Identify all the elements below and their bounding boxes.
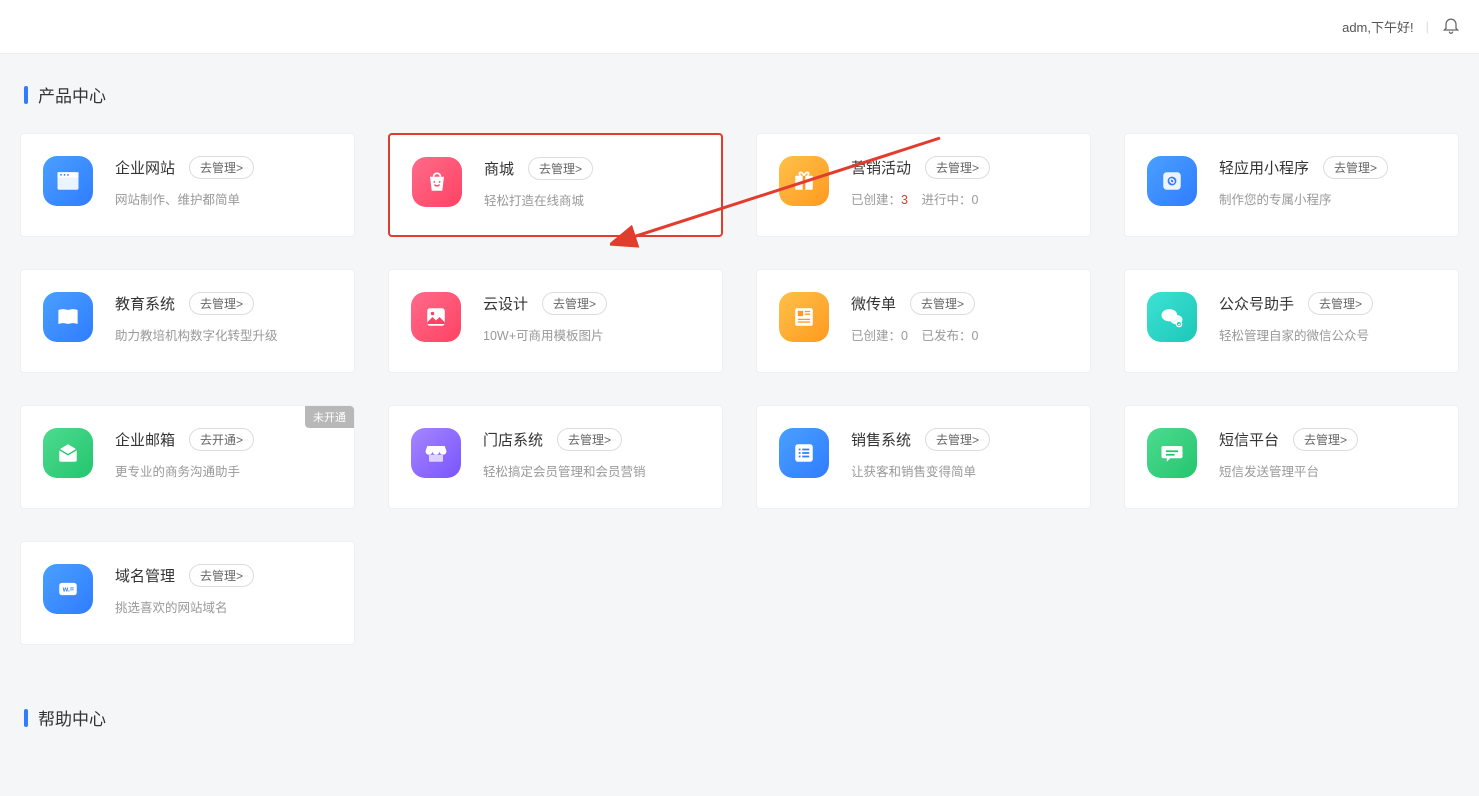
- separator: |: [1426, 19, 1429, 34]
- manage-button[interactable]: 去管理>: [925, 156, 990, 179]
- manage-button[interactable]: 去管理>: [189, 292, 254, 315]
- card-desc: 更专业的商务沟通助手: [115, 461, 332, 480]
- card-title: 域名管理: [115, 565, 175, 586]
- card-title: 营销活动: [851, 157, 911, 178]
- section-header-help-center: 帮助中心: [20, 705, 1459, 730]
- card-title: 微传单: [851, 293, 896, 314]
- card-title: 销售系统: [851, 429, 911, 450]
- card-sms-platform[interactable]: 短信平台 去管理> 短信发送管理平台: [1124, 405, 1459, 509]
- section-title: 产品中心: [38, 82, 106, 107]
- card-flyer[interactable]: 微传单 去管理> 已创建：0 已发布：0: [756, 269, 1091, 373]
- topbar: adm,下午好! |: [0, 0, 1479, 54]
- card-miniapp[interactable]: 轻应用小程序 去管理> 制作您的专属小程序: [1124, 133, 1459, 237]
- accent-bar: [24, 709, 28, 727]
- manage-button[interactable]: 去管理>: [542, 292, 607, 315]
- manage-button[interactable]: 去管理>: [189, 156, 254, 179]
- greeting-text: adm,下午好!: [1342, 17, 1414, 36]
- card-sales-system[interactable]: 销售系统 去管理> 让获客和销售变得简单: [756, 405, 1091, 509]
- accent-bar: [24, 86, 28, 104]
- page-content: 产品中心 企业网站 去管理> 网站制作、维护都简单 商城: [0, 54, 1479, 796]
- card-mp-assistant[interactable]: 公众号助手 去管理> 轻松管理自家的微信公众号: [1124, 269, 1459, 373]
- book-icon: [43, 292, 93, 342]
- manage-button[interactable]: 去管理>: [189, 564, 254, 587]
- manage-button[interactable]: 去管理>: [1308, 292, 1373, 315]
- card-store-system[interactable]: 门店系统 去管理> 轻松搞定会员管理和会员营销: [388, 405, 723, 509]
- envelope-icon: [43, 428, 93, 478]
- image-icon: [411, 292, 461, 342]
- card-title: 云设计: [483, 293, 528, 314]
- card-desc: 让获客和销售变得简单: [851, 461, 1068, 480]
- card-mall[interactable]: 商城 去管理> 轻松打造在线商城: [388, 133, 723, 237]
- wechat-icon: [1147, 292, 1197, 342]
- card-desc: 轻松管理自家的微信公众号: [1219, 325, 1436, 344]
- card-desc: 轻松打造在线商城: [484, 190, 699, 209]
- manage-button[interactable]: 去管理>: [528, 157, 593, 180]
- storefront-icon: [411, 428, 461, 478]
- shopping-bag-icon: [412, 157, 462, 207]
- manage-button[interactable]: 去管理>: [557, 428, 622, 451]
- card-title: 教育系统: [115, 293, 175, 314]
- manage-button[interactable]: 去管理>: [910, 292, 975, 315]
- section-title: 帮助中心: [38, 705, 106, 730]
- manage-button[interactable]: 去管理>: [1323, 156, 1388, 179]
- card-design[interactable]: 云设计 去管理> 10W+可商用模板图片: [388, 269, 723, 373]
- badge-not-opened: 未开通: [305, 406, 354, 428]
- card-title: 商城: [484, 158, 514, 179]
- product-grid: 企业网站 去管理> 网站制作、维护都简单 商城 去管理> 轻松打造在线商城: [20, 133, 1459, 645]
- chat-bubble-icon: [1147, 428, 1197, 478]
- link-icon: [1147, 156, 1197, 206]
- card-desc: 制作您的专属小程序: [1219, 189, 1436, 208]
- newspaper-icon: [779, 292, 829, 342]
- card-enterprise-site[interactable]: 企业网站 去管理> 网站制作、维护都简单: [20, 133, 355, 237]
- open-button[interactable]: 去开通>: [189, 428, 254, 451]
- card-desc: 短信发送管理平台: [1219, 461, 1436, 480]
- browser-icon: [43, 156, 93, 206]
- card-title: 门店系统: [483, 429, 543, 450]
- card-title: 企业邮箱: [115, 429, 175, 450]
- manage-button[interactable]: 去管理>: [925, 428, 990, 451]
- card-education[interactable]: 教育系统 去管理> 助力教培机构数字化转型升级: [20, 269, 355, 373]
- card-desc: 10W+可商用模板图片: [483, 325, 700, 344]
- svg-text:w.=: w.=: [62, 587, 74, 594]
- card-desc: 网站制作、维护都简单: [115, 189, 332, 208]
- card-title: 轻应用小程序: [1219, 157, 1309, 178]
- card-desc: 轻松搞定会员管理和会员营销: [483, 461, 700, 480]
- gift-icon: [779, 156, 829, 206]
- card-desc: 助力教培机构数字化转型升级: [115, 325, 332, 344]
- card-domain-management[interactable]: w.= 域名管理 去管理> 挑选喜欢的网站域名: [20, 541, 355, 645]
- card-stats: 已创建：3 进行中：0: [851, 189, 1068, 208]
- list-icon: [779, 428, 829, 478]
- domain-card-icon: w.=: [43, 564, 93, 614]
- card-enterprise-mail[interactable]: 未开通 企业邮箱 去开通> 更专业的商务沟通助手: [20, 405, 355, 509]
- card-marketing[interactable]: 营销活动 去管理> 已创建：3 进行中：0: [756, 133, 1091, 237]
- card-stats: 已创建：0 已发布：0: [851, 325, 1068, 344]
- card-title: 企业网站: [115, 157, 175, 178]
- manage-button[interactable]: 去管理>: [1293, 428, 1358, 451]
- card-desc: 挑选喜欢的网站域名: [115, 597, 332, 616]
- section-header-product-center: 产品中心: [20, 82, 1459, 107]
- notifications-icon[interactable]: [1441, 15, 1461, 38]
- card-title: 短信平台: [1219, 429, 1279, 450]
- card-title: 公众号助手: [1219, 293, 1294, 314]
